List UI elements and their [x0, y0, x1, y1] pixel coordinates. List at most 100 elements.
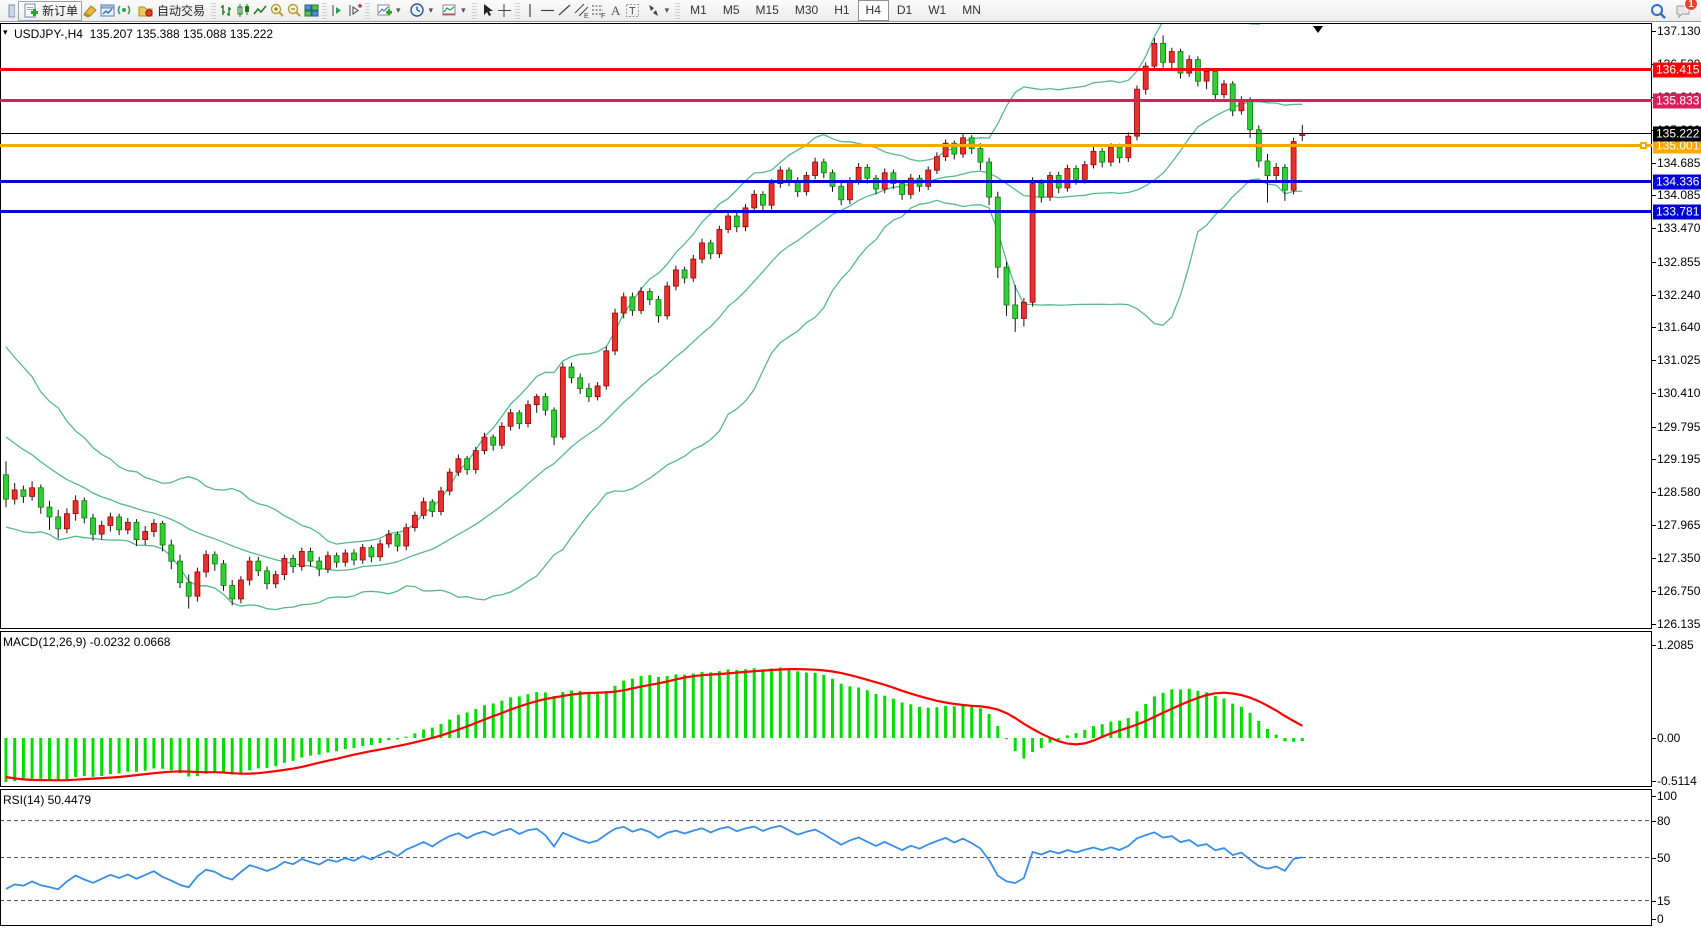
bollinger-bands: [6, 22, 1302, 610]
price-axis-tick: [1652, 591, 1656, 592]
zoom-in-icon[interactable]: [269, 2, 286, 19]
main-panel-frame: [1, 24, 1652, 629]
cursor-icon[interactable]: [479, 2, 496, 19]
timeframe-M30[interactable]: M30: [787, 0, 826, 21]
rsi-indicator-label: RSI(14) 50.4479: [3, 793, 91, 807]
dropdown-caret: ▾: [665, 5, 670, 16]
toolbar-grip: [322, 3, 327, 19]
timeframe-D1[interactable]: D1: [889, 0, 920, 21]
rsi-tick-label: 50: [1657, 851, 1670, 865]
price-axis-tick: [1652, 31, 1656, 32]
macd-indicator-label: MACD(12,26,9) -0.0232 0.0668: [3, 635, 170, 649]
svg-text:T: T: [629, 6, 636, 18]
templates-button[interactable]: ▾: [437, 1, 470, 21]
chart-symbol-period: USDJPY-,H4: [14, 27, 83, 41]
timeframe-M5[interactable]: M5: [715, 0, 748, 21]
rsi-tick-label: 0: [1657, 912, 1664, 926]
price-axis-tick: [1652, 262, 1656, 263]
candles: [4, 35, 1305, 608]
line-chart-mode-icon[interactable]: [252, 2, 269, 19]
series-end-marker: [1313, 26, 1323, 33]
price-axis-tick: [1652, 558, 1656, 559]
timeframe-M1[interactable]: M1: [682, 0, 715, 21]
text-label-tool-icon[interactable]: T: [624, 2, 641, 19]
price-tick-label: 131.025: [1657, 353, 1700, 367]
arrows-tool-icon: [645, 2, 662, 19]
rsi-axis-tick: [1652, 858, 1656, 859]
rsi-axis-tick: [1652, 821, 1656, 822]
price-axis-tick: [1652, 393, 1656, 394]
toolbar-grip: [365, 3, 370, 19]
trendline-tool-icon[interactable]: [556, 2, 573, 19]
timeframe-W1[interactable]: W1: [920, 0, 954, 21]
signal-icon[interactable]: [116, 2, 133, 19]
timeframe-M15[interactable]: M15: [748, 0, 787, 21]
periods-button[interactable]: ▾: [405, 1, 438, 21]
add-indicator-icon: [376, 2, 393, 19]
order-line-handle[interactable]: [1640, 142, 1647, 149]
price-tick-label: 126.750: [1657, 584, 1700, 598]
price-tick-label: 126.135: [1657, 617, 1700, 631]
main-toolbar: 新订单 自动交易: [0, 0, 1701, 22]
support-line-2[interactable]: [0, 210, 1652, 213]
auto-trading-icon: [137, 2, 154, 19]
svg-text:E: E: [584, 13, 589, 19]
timeframe-H4[interactable]: H4: [858, 0, 889, 21]
price-tick-label: 129.795: [1657, 420, 1700, 434]
zoom-out-icon[interactable]: [286, 2, 303, 19]
chart-shift-icon[interactable]: [329, 2, 346, 19]
text-tool-icon[interactable]: A: [607, 2, 624, 19]
horizontal-line-tool-icon[interactable]: [539, 2, 556, 19]
dropdown-caret: ▾: [429, 5, 434, 16]
vertical-line-tool-icon[interactable]: [522, 2, 539, 19]
template-icon: [441, 2, 458, 19]
clock-icon: [409, 2, 426, 19]
price-axis-tick: [1652, 295, 1656, 296]
price-tick-label: 132.855: [1657, 255, 1700, 269]
rsi-axis-tick: [1652, 919, 1656, 920]
crosshair-icon[interactable]: [496, 2, 513, 19]
tile-windows-icon[interactable]: [303, 2, 320, 19]
chart-canvas[interactable]: [0, 22, 1701, 942]
order-line[interactable]: [0, 144, 1652, 147]
price-axis-tick: [1652, 525, 1656, 526]
timeframe-MN[interactable]: MN: [954, 0, 989, 21]
terminal-window: 新订单 自动交易: [0, 0, 1701, 942]
price-axis-tick: [1652, 327, 1656, 328]
resistance-line-1-price-label: 136.415: [1653, 62, 1701, 77]
notifications-icon[interactable]: 1: [1674, 2, 1691, 19]
timeframe-toolbar: M1M5M15M30H1H4D1W1MN: [682, 0, 989, 21]
support-line-1[interactable]: [0, 180, 1652, 183]
rsi-tick-label: 100: [1657, 789, 1677, 803]
collapse-arrow-icon[interactable]: ▾: [3, 27, 8, 38]
auto-scroll-icon[interactable]: [346, 2, 363, 19]
arrows-tool-button[interactable]: ▾: [641, 1, 674, 21]
macd-tick-label: 0.00: [1657, 731, 1680, 745]
add-indicator-button[interactable]: ▾: [372, 1, 405, 21]
price-axis-tick: [1652, 624, 1656, 625]
price-axis-tick: [1652, 228, 1656, 229]
price-axis-tick: [1652, 163, 1656, 164]
chart-window-icon[interactable]: [99, 2, 116, 19]
fibonacci-tool-icon[interactable]: F: [590, 2, 607, 19]
macd-axis-tick: [1652, 781, 1656, 782]
resistance-line-1[interactable]: [0, 68, 1652, 71]
bar-chart-mode-icon[interactable]: [218, 2, 235, 19]
new-order-icon: [22, 2, 39, 19]
new-order-button[interactable]: 新订单: [18, 1, 82, 21]
resistance-line-2[interactable]: [0, 99, 1652, 102]
candlestick-mode-icon[interactable]: [235, 2, 252, 19]
chart-title: USDJPY-,H4 135.207 135.388 135.088 135.2…: [14, 27, 273, 41]
eraser-icon[interactable]: [82, 2, 99, 19]
channel-tool-icon[interactable]: E: [573, 2, 590, 19]
price-axis-tick: [1652, 360, 1656, 361]
chart-area[interactable]: ▾ USDJPY-,H4 135.207 135.388 135.088 135…: [0, 22, 1701, 942]
price-tick-label: 130.410: [1657, 386, 1700, 400]
timeframe-H1[interactable]: H1: [826, 0, 857, 21]
toolbar-grip: [472, 3, 477, 19]
price-tick-label: 137.130: [1657, 24, 1700, 38]
current-price-label: 135.222: [1653, 126, 1701, 141]
auto-trading-button[interactable]: 自动交易: [133, 1, 209, 21]
search-icon[interactable]: [1649, 2, 1666, 19]
macd-plot: [6, 668, 1302, 783]
